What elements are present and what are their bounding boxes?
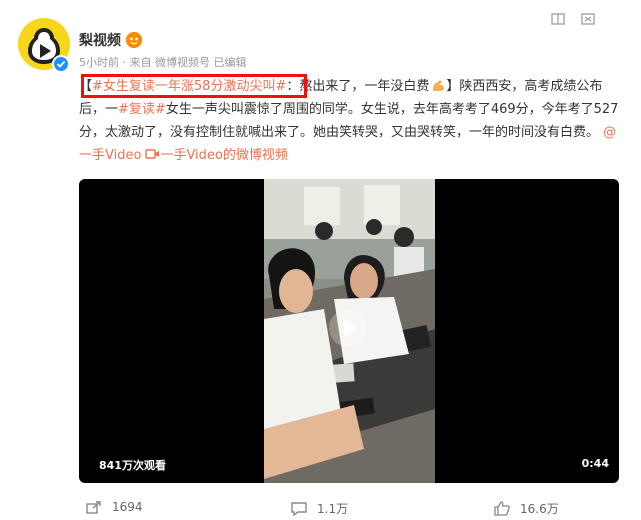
author-name[interactable]: 梨视频 — [79, 30, 121, 50]
verified-icon — [52, 55, 70, 73]
muscle-emoji-icon — [431, 77, 446, 91]
text-segment-1: ：熬出来了，一年没白费 — [286, 79, 430, 94]
author-row: 梨视频 — [79, 30, 142, 50]
view-count: 841万次观看 — [99, 459, 166, 472]
comment-count: 1.1万 — [317, 502, 349, 516]
share-icon — [86, 501, 101, 514]
top-actions — [551, 10, 595, 25]
like-button[interactable]: 16.6万 — [494, 500, 559, 517]
fan-badge-icon — [126, 32, 142, 48]
share-button[interactable]: 1694 — [86, 500, 143, 514]
post-meta: 5小时前 · 来自 微博视频号 已编辑 — [79, 56, 247, 69]
video-player[interactable]: 841万次观看 0:44 — [79, 179, 619, 483]
collapse-icon[interactable] — [551, 10, 565, 25]
video-link[interactable]: 一手Video的微博视频 — [160, 148, 287, 163]
comment-icon — [291, 501, 307, 516]
annotation-highlight-box — [81, 74, 307, 98]
thumbs-up-icon — [494, 501, 510, 516]
like-count: 16.6万 — [520, 502, 559, 516]
play-icon — [344, 320, 357, 336]
more-icon[interactable] — [581, 10, 595, 25]
video-duration: 0:44 — [581, 457, 609, 470]
play-button[interactable] — [329, 309, 367, 347]
weibo-post: 梨视频 5小时前 · 来自 微博视频号 已编辑 【#女生复读一年涨58分激动尖叫… — [0, 0, 641, 520]
share-count: 1694 — [112, 500, 143, 514]
video-link-icon — [145, 145, 160, 159]
comment-button[interactable]: 1.1万 — [291, 500, 348, 517]
hashtag-fudu[interactable]: #复读# — [118, 102, 166, 117]
